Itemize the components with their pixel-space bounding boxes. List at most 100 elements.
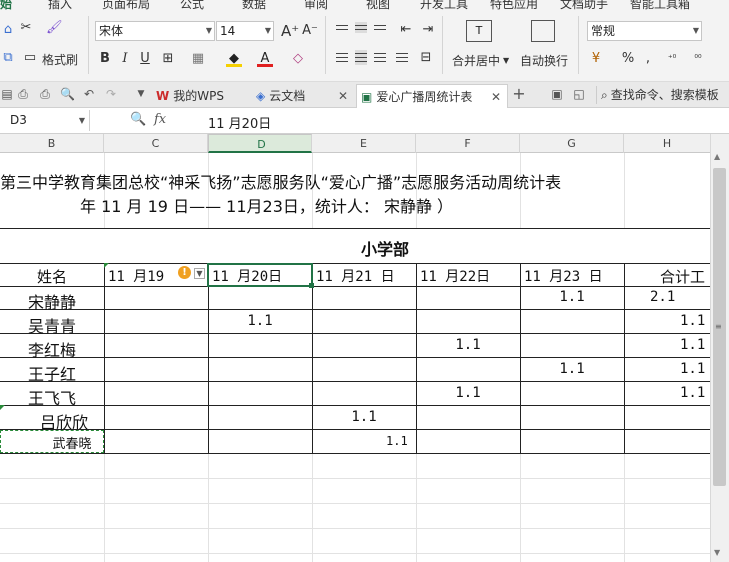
- font-size-select[interactable]: 14 ▼: [216, 21, 274, 41]
- currency-icon[interactable]: ¥: [588, 51, 604, 67]
- indent-increase-icon[interactable]: ⇥: [420, 22, 436, 38]
- row-total[interactable]: 2.1: [650, 289, 710, 305]
- border-icon[interactable]: ⊞: [160, 51, 176, 67]
- decrease-decimal-icon[interactable]: ⁰⁰: [690, 51, 706, 67]
- warning-icon[interactable]: !: [178, 266, 191, 279]
- format-painter-label[interactable]: 格式刷: [42, 51, 78, 68]
- zoom-icon[interactable]: 🔍: [130, 112, 146, 127]
- increase-font-icon[interactable]: A⁺: [281, 23, 299, 39]
- row-total[interactable]: 1.1: [680, 361, 710, 377]
- column-header-g[interactable]: G: [520, 134, 624, 153]
- tab-spreadsheet[interactable]: ▣ 爱心广播周统计表 ✕: [356, 84, 508, 108]
- align-top-icon[interactable]: [336, 22, 348, 33]
- number-format-select[interactable]: 常规 ▼: [587, 21, 702, 41]
- fx-icon[interactable]: fx: [154, 112, 166, 127]
- indent-decrease-icon[interactable]: ⇤: [398, 22, 414, 38]
- column-header-e[interactable]: E: [312, 134, 416, 153]
- row-name[interactable]: 吴青青: [0, 313, 104, 337]
- clear-format-icon[interactable]: ◇: [290, 51, 306, 67]
- row-name[interactable]: 王飞飞: [0, 385, 104, 409]
- copy-icon[interactable]: ⧉: [0, 50, 16, 66]
- chevron-down-icon[interactable]: ▼: [194, 268, 205, 279]
- header-nov-21[interactable]: 11 月21 日: [316, 266, 416, 286]
- italic-icon[interactable]: I: [117, 51, 133, 67]
- underline-icon[interactable]: U: [137, 51, 153, 67]
- tab-my-wps[interactable]: W 我的WPS: [156, 84, 254, 108]
- align-middle-icon[interactable]: [355, 22, 367, 33]
- window-icon[interactable]: ◱: [572, 87, 586, 101]
- command-search-input[interactable]: ⌕ 查找命令、搜索模板: [596, 86, 729, 104]
- row-value[interactable]: 1.1: [416, 385, 520, 401]
- wrap-text-label[interactable]: 自动换行: [520, 52, 568, 69]
- fill-color-icon[interactable]: ◆: [226, 51, 242, 67]
- menu-smart-toolbox[interactable]: 智能工具箱: [630, 0, 690, 10]
- chevron-down-icon[interactable]: ▼: [134, 87, 148, 101]
- column-header-c[interactable]: C: [104, 134, 208, 153]
- menu-developer[interactable]: 开发工具: [420, 0, 468, 10]
- comma-icon[interactable]: ,: [640, 51, 656, 67]
- copy-icon-2[interactable]: ▭: [22, 50, 38, 66]
- scroll-up-icon[interactable]: ▲: [714, 152, 720, 161]
- wrap-text-icon[interactable]: [531, 20, 555, 42]
- font-color-icon[interactable]: A: [257, 51, 273, 67]
- align-left-icon[interactable]: [336, 50, 348, 65]
- align-center-icon[interactable]: [355, 50, 367, 65]
- row-name[interactable]: 武春晓: [40, 433, 104, 452]
- align-bottom-icon[interactable]: [374, 22, 386, 33]
- scissors-icon[interactable]: ✂: [18, 20, 34, 36]
- header-name[interactable]: 姓名: [0, 266, 104, 287]
- row-value[interactable]: 1.1: [416, 337, 520, 353]
- increase-decimal-icon[interactable]: ⁺⁰: [664, 51, 680, 67]
- menu-data[interactable]: 数据: [242, 0, 266, 10]
- menu-view[interactable]: 视图: [366, 0, 390, 10]
- new-tab-icon[interactable]: +: [512, 86, 526, 102]
- print-preview-icon[interactable]: 🔍: [60, 87, 75, 101]
- menu-formula[interactable]: 公式: [180, 0, 204, 10]
- name-box[interactable]: D3 ▼: [0, 110, 90, 131]
- column-header-b[interactable]: B: [0, 134, 104, 153]
- sheet-grid[interactable]: 第三中学教育集团总校“神采飞扬”志愿服务队“爱心广播”志愿服务活动周统计表 年 …: [0, 153, 710, 562]
- menu-doc-assistant[interactable]: 文档助手: [560, 0, 608, 10]
- align-right-icon[interactable]: [374, 50, 386, 65]
- scroll-down-icon[interactable]: ▼: [714, 548, 720, 557]
- menu-page-layout[interactable]: 页面布局: [102, 0, 150, 10]
- header-nov-23[interactable]: 11 月23 日: [524, 266, 624, 286]
- merge-center-label[interactable]: 合并居中: [452, 52, 500, 69]
- close-icon[interactable]: ✕: [491, 85, 501, 109]
- font-name-select[interactable]: 宋体 ▼: [95, 21, 215, 41]
- fill-handle[interactable]: [309, 283, 314, 288]
- vertical-scrollbar[interactable]: ▲ ≡ ▼: [710, 134, 729, 562]
- justify-icon[interactable]: [396, 50, 408, 65]
- distributed-icon[interactable]: ⊟: [418, 50, 434, 66]
- row-total[interactable]: 1.1: [680, 313, 710, 329]
- row-name[interactable]: 李红梅: [0, 337, 104, 361]
- merge-center-icon[interactable]: T: [466, 20, 492, 42]
- bold-icon[interactable]: B: [97, 51, 113, 67]
- column-header-d[interactable]: D: [208, 134, 312, 153]
- row-total[interactable]: 1.1: [680, 337, 710, 353]
- column-header-f[interactable]: F: [416, 134, 520, 153]
- row-value[interactable]: 1.1: [520, 361, 624, 377]
- menu-review[interactable]: 审阅: [304, 0, 328, 10]
- redo-icon[interactable]: ↷: [104, 87, 118, 101]
- row-value[interactable]: 1.1: [312, 409, 416, 425]
- row-total[interactable]: 1.1: [680, 385, 710, 401]
- column-header-h[interactable]: H: [624, 134, 710, 153]
- header-total[interactable]: 合计工: [660, 266, 710, 287]
- menu-special[interactable]: 特色应用: [490, 0, 538, 10]
- menu-insert[interactable]: 插入: [48, 0, 72, 10]
- paste-arrow-icon[interactable]: ⌂: [0, 22, 16, 38]
- save-icon[interactable]: ▤: [0, 87, 14, 101]
- chevron-down-icon[interactable]: ▼: [503, 56, 509, 65]
- cell-style-icon[interactable]: ▦: [190, 51, 206, 67]
- row-value[interactable]: 1.1: [386, 434, 416, 448]
- header-nov-22[interactable]: 11 月22日: [420, 266, 520, 286]
- undo-icon[interactable]: ↶: [82, 87, 96, 101]
- menu-start[interactable]: 始: [0, 0, 12, 10]
- row-value[interactable]: 1.1: [208, 313, 312, 329]
- export-pdf-icon[interactable]: ⎙: [16, 87, 30, 101]
- print-icon[interactable]: ⎙: [38, 87, 52, 101]
- decrease-font-icon[interactable]: A⁻: [302, 23, 318, 39]
- row-name[interactable]: 宋静静: [0, 289, 104, 313]
- formula-input[interactable]: 11 月20日: [208, 113, 271, 132]
